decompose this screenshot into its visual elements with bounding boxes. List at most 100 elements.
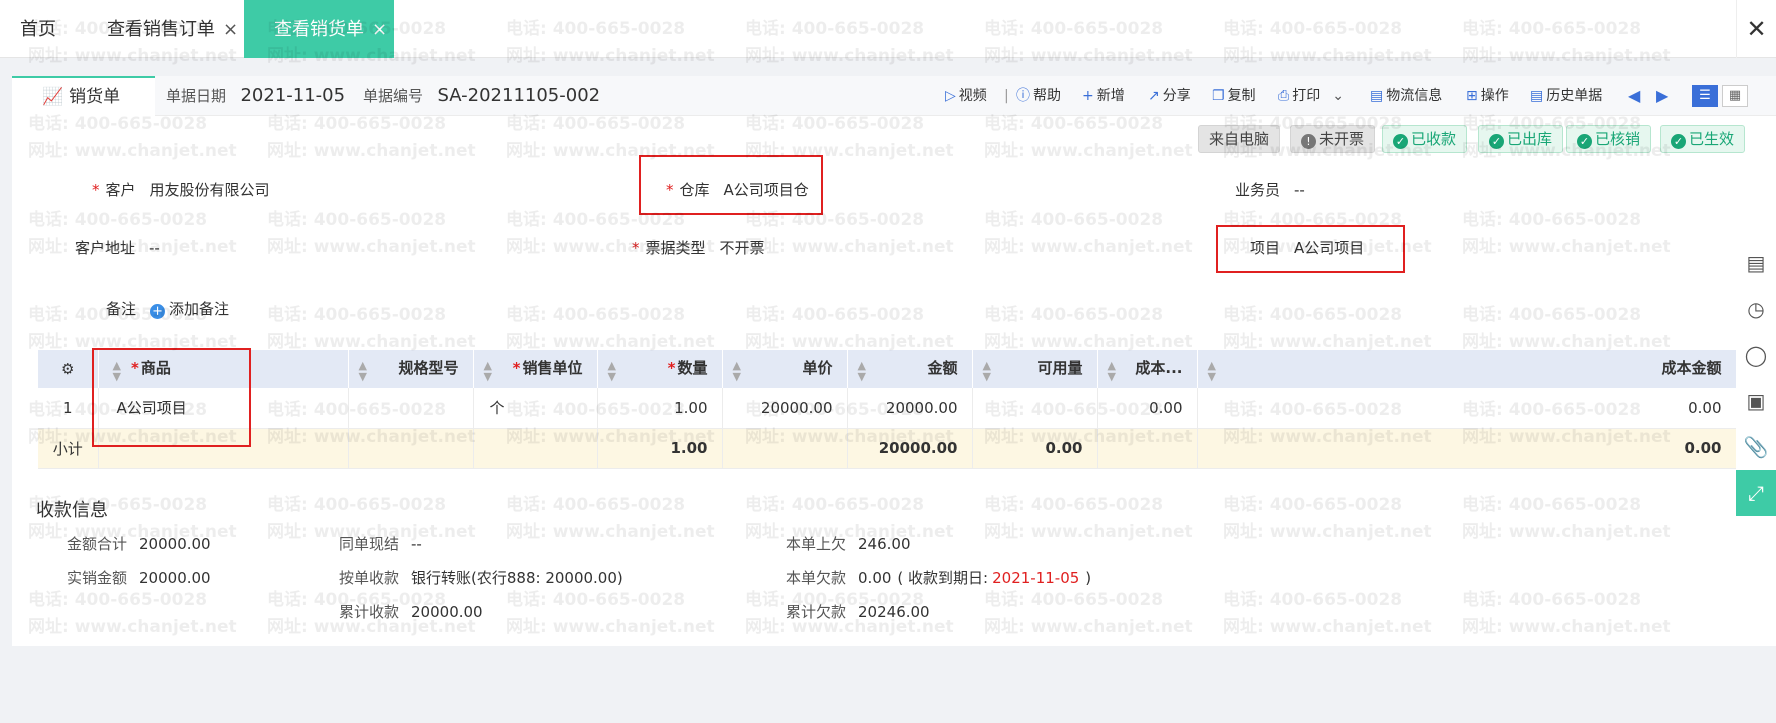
document-type-tab[interactable]: 📈 销货单 xyxy=(12,76,155,116)
coupon-icon[interactable]: ▣ xyxy=(1736,378,1776,424)
chevron-down-icon[interactable]: ⌄ xyxy=(1332,88,1344,104)
verified-badge: ✓ 已核销 xyxy=(1566,125,1652,153)
debt-icon[interactable]: ◯ xyxy=(1736,332,1776,378)
due-date-prefix: ( 收款到期日: xyxy=(897,569,989,587)
printer-icon: ⎙ xyxy=(1278,88,1290,104)
column-cost-label: 成本... xyxy=(1135,358,1183,377)
cell-spec[interactable] xyxy=(348,388,474,429)
add-button[interactable]: + 新增 xyxy=(1082,76,1125,116)
verified-label: 已核销 xyxy=(1595,130,1641,148)
column-unit-label: 销售单位 xyxy=(522,358,583,377)
column-cost[interactable]: ▲ ▼ 成本... xyxy=(1097,350,1198,388)
video-button[interactable]: ▷ 视频 xyxy=(945,76,987,116)
previous-owed-value: 246.00 xyxy=(858,535,911,553)
row-number: 1 xyxy=(38,388,99,429)
history-icon[interactable]: ◷ xyxy=(1736,286,1776,332)
sort-icon[interactable]: ▲ ▼ xyxy=(608,357,616,382)
invoice-status-label: 未开票 xyxy=(1319,130,1365,148)
received-label: 已收款 xyxy=(1411,130,1457,148)
column-available-label: 可用量 xyxy=(1037,358,1083,377)
tab-sales-order[interactable]: 查看销售订单 × xyxy=(107,0,238,58)
sort-icon[interactable]: ▲ ▼ xyxy=(983,357,991,382)
cell-unit[interactable]: 个 xyxy=(473,388,598,429)
due-date-suffix: ) xyxy=(1085,569,1092,587)
copy-button[interactable]: ❐ 复制 xyxy=(1212,76,1256,116)
customer-label: 客户 xyxy=(105,181,136,199)
share-button[interactable]: ↗ 分享 xyxy=(1148,76,1191,116)
sort-icon[interactable]: ▲ ▼ xyxy=(733,357,741,382)
salesman-label: 业务员 xyxy=(1235,181,1281,199)
check-icon: ✓ xyxy=(1577,134,1592,149)
next-arrow-icon[interactable]: ▶ xyxy=(1656,76,1668,116)
operations-label: 操作 xyxy=(1480,88,1509,104)
column-amount[interactable]: ▲ ▼ 金额 xyxy=(847,350,973,388)
sort-icon[interactable]: ▲ ▼ xyxy=(484,357,492,382)
by-document-label: 按单收款 xyxy=(339,569,400,587)
close-icon[interactable]: × xyxy=(223,19,238,40)
sort-icon[interactable]: ▲ ▼ xyxy=(359,357,367,382)
previous-owed-label: 本单上欠 xyxy=(786,535,847,553)
cumulative-received-value: 20000.00 xyxy=(411,603,483,621)
total-amount-value: 20000.00 xyxy=(139,535,211,553)
salesman-value: -- xyxy=(1294,181,1305,199)
subtotal-available: 0.00 xyxy=(972,428,1098,469)
sort-icon[interactable]: ▲ ▼ xyxy=(1208,357,1216,382)
column-cost-amount[interactable]: ▲ ▼ 成本金额 xyxy=(1197,350,1737,388)
logistics-button[interactable]: ▤ 物流信息 xyxy=(1370,76,1442,116)
window-close-button[interactable]: ✕ xyxy=(1736,0,1776,58)
document-date-label: 单据日期 xyxy=(166,87,227,105)
column-spec[interactable]: ▲ ▼ 规格型号 xyxy=(348,350,474,388)
prev-arrow-icon[interactable]: ◀ xyxy=(1628,76,1640,116)
copy-icon: ❐ xyxy=(1212,88,1225,104)
table-row[interactable]: 1 A公司项目 个 1.00 20000.00 20000.00 0.00 0.… xyxy=(38,388,1737,429)
history-button[interactable]: ▤ 历史单据 xyxy=(1530,76,1602,116)
cell-amount[interactable]: 20000.00 xyxy=(847,388,973,429)
help-button[interactable]: ⓘ 帮助 xyxy=(1016,76,1061,116)
column-qty[interactable]: ▲ ▼ * 数量 xyxy=(597,350,723,388)
subtotal-empty xyxy=(722,428,848,469)
column-available[interactable]: ▲ ▼ 可用量 xyxy=(972,350,1098,388)
table-header-row: ⚙ ▲ ▼ * 商品 ▲ ▼ 规格型号 ▲ ▼ * 销售单位 ▲ ▼ * 数量 ▲ ▼ 单价 ▲ ▼ 金额 ▲… xyxy=(38,350,1737,388)
by-document-receipt: 按单收款 银行转账(农行888: 20000.00) xyxy=(339,567,623,588)
cell-qty[interactable]: 1.00 xyxy=(597,388,723,429)
document-date: 单据日期 2021-11-05 xyxy=(166,76,345,116)
sort-icon[interactable]: ▲ ▼ xyxy=(1108,357,1116,382)
column-qty-label: 数量 xyxy=(677,358,708,377)
tab-delivery-note-label: 查看销货单 xyxy=(274,19,364,40)
expand-icon[interactable]: ⤢ xyxy=(1736,470,1776,516)
sort-icon[interactable]: ▲ ▼ xyxy=(858,357,866,382)
cumulative-received-label: 累计收款 xyxy=(339,603,400,621)
attachment-icon[interactable]: 📎 xyxy=(1736,424,1776,470)
list-view-icon[interactable]: ☰ xyxy=(1692,85,1718,107)
print-button[interactable]: ⎙ 打印 ⌄ xyxy=(1278,76,1344,116)
settings-gear-icon[interactable]: ⚙ xyxy=(38,350,99,388)
remark-label: 备注 xyxy=(106,300,137,318)
tab-home[interactable]: 首页 xyxy=(20,0,56,58)
invoice-status-badge: ! 未开票 xyxy=(1290,125,1376,153)
cumulative-owed-value: 20246.00 xyxy=(858,603,930,621)
document-detail-icon[interactable]: ▤ xyxy=(1736,240,1776,286)
tab-delivery-note[interactable]: 查看销货单 × xyxy=(244,0,394,58)
cash-settlement-value: -- xyxy=(411,535,422,553)
cell-price[interactable]: 20000.00 xyxy=(722,388,848,429)
warehouse-highlight-box xyxy=(639,155,823,215)
plus-icon: + xyxy=(1082,88,1094,104)
column-amount-label: 金额 xyxy=(927,358,958,377)
plus-circle-icon: + xyxy=(150,304,166,319)
operations-button[interactable]: ⊞ 操作 xyxy=(1466,76,1509,116)
chart-icon: 📈 xyxy=(42,87,64,107)
check-icon: ✓ xyxy=(1489,134,1504,149)
subtotal-empty xyxy=(348,428,474,469)
close-icon[interactable]: × xyxy=(372,19,387,40)
actual-amount-label: 实销金额 xyxy=(67,569,128,587)
invoice-type-field: * 票据类型 不开票 xyxy=(632,237,765,258)
card-view-icon[interactable]: ▦ xyxy=(1722,85,1748,107)
by-document-value[interactable]: 银行转账(农行888: 20000.00) xyxy=(411,569,623,587)
column-price-label: 单价 xyxy=(802,358,833,377)
column-unit[interactable]: ▲ ▼ * 销售单位 xyxy=(473,350,598,388)
video-label: 视频 xyxy=(958,88,987,104)
column-price[interactable]: ▲ ▼ 单价 xyxy=(722,350,848,388)
tab-home-label: 首页 xyxy=(20,19,56,40)
total-amount: 金额合计 20000.00 xyxy=(67,533,211,554)
add-remark-link[interactable]: + 添加备注 xyxy=(150,300,229,319)
